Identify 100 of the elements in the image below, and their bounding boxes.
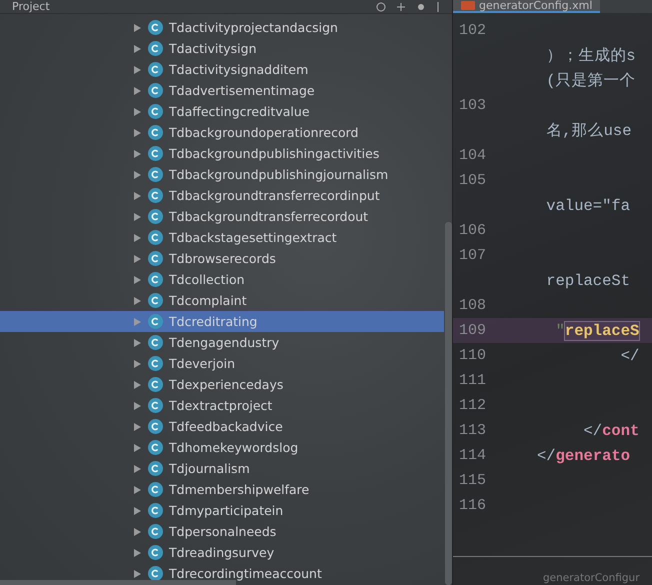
class-name: Tdbackgroundpublishingjournalism xyxy=(169,167,388,182)
expand-arrow-icon[interactable] xyxy=(133,22,142,32)
tree-item[interactable]: Tdbackgroundpublishingactivities xyxy=(0,143,444,164)
class-icon xyxy=(148,41,163,56)
class-name: Tdextractproject xyxy=(169,398,272,413)
code-text: ）；生成的s xyxy=(545,46,636,66)
tree-item[interactable]: Tdbrowserecords xyxy=(0,248,444,269)
expand-arrow-icon[interactable] xyxy=(133,86,142,96)
code-text: replaceS xyxy=(564,322,640,340)
tree-item[interactable]: Tdreadingsurvey xyxy=(0,542,444,563)
tree-item[interactable]: Tdcollection xyxy=(0,269,444,290)
expand-arrow-icon[interactable] xyxy=(133,128,142,138)
tree-item[interactable]: Tdcreditrating xyxy=(0,311,444,332)
line-number: 107 xyxy=(458,247,488,264)
expand-arrow-icon[interactable] xyxy=(133,44,142,54)
line-number: 115 xyxy=(458,472,488,489)
class-name: Tdactivitysignadditem xyxy=(169,62,308,77)
tree-item[interactable]: Tdjournalism xyxy=(0,458,444,479)
expand-arrow-icon[interactable] xyxy=(133,106,142,116)
line-number: 110 xyxy=(458,347,488,364)
tree-item[interactable]: Tdmembershipwelfare xyxy=(0,479,444,500)
expand-arrow-icon[interactable] xyxy=(133,190,142,200)
class-icon xyxy=(148,125,163,140)
tree-item[interactable]: Tdfeedbackadvice xyxy=(0,416,444,437)
class-icon xyxy=(148,377,163,392)
class-icon xyxy=(148,566,163,581)
code-text: </ xyxy=(620,346,640,364)
code-text: value="fa xyxy=(545,196,630,214)
class-icon xyxy=(148,335,163,350)
panel-title[interactable]: Project xyxy=(12,0,50,12)
line-number: 108 xyxy=(458,297,488,314)
tree-item[interactable]: Tdbackstagesettingextract xyxy=(0,227,444,248)
tree-item[interactable]: Tdactivitysignadditem xyxy=(0,59,444,80)
tree-item[interactable]: Tdexperiencedays xyxy=(0,374,444,395)
expand-arrow-icon[interactable] xyxy=(133,148,142,158)
class-icon xyxy=(148,461,163,476)
code-text: cont xyxy=(602,422,640,440)
line-number: 105 xyxy=(458,172,488,189)
line-number: 114 xyxy=(458,447,488,464)
expand-arrow-icon[interactable] xyxy=(133,422,142,432)
expand-arrow-icon[interactable] xyxy=(133,568,142,578)
editor-tab[interactable]: generatorConfig.xml xyxy=(453,0,600,13)
expand-arrow-icon[interactable] xyxy=(133,274,142,284)
class-name: Tdeverjoin xyxy=(169,356,236,371)
line-number: 109 xyxy=(458,322,488,339)
expand-arrow-icon[interactable] xyxy=(133,296,142,306)
class-icon xyxy=(148,524,163,539)
class-icon xyxy=(148,188,163,203)
class-icon xyxy=(148,251,163,266)
line-number: 102 xyxy=(458,22,488,39)
expand-arrow-icon[interactable] xyxy=(133,212,142,222)
expand-arrow-icon[interactable] xyxy=(133,526,142,536)
tree-item[interactable]: Tdbackgroundpublishingjournalism xyxy=(0,164,444,185)
code-text: (只是第一个 xyxy=(545,71,636,91)
tree-item[interactable]: Tdbackgroundtransferrecordinput xyxy=(0,185,444,206)
tree-item[interactable]: Tdactivitysign xyxy=(0,38,444,59)
class-name: Tdbackgroundtransferrecordout xyxy=(169,209,368,224)
code-text: replaceSt xyxy=(545,272,630,290)
tree-item[interactable]: Tdengagendustry xyxy=(0,332,444,353)
tree-item[interactable]: Tdeverjoin xyxy=(0,353,444,374)
expand-arrow-icon[interactable] xyxy=(133,232,142,242)
horizontal-scrollbar[interactable] xyxy=(0,580,236,585)
collapse-icon[interactable] xyxy=(396,2,406,12)
class-icon xyxy=(148,83,163,98)
tree-item[interactable]: Tdhomekeywordslog xyxy=(0,437,444,458)
tree-item[interactable]: Tdbackgroundtransferrecordout xyxy=(0,206,444,227)
class-name: Tdrecordingtimeaccount xyxy=(169,566,322,581)
expand-arrow-icon[interactable] xyxy=(133,442,142,452)
expand-arrow-icon[interactable] xyxy=(133,464,142,474)
expand-arrow-icon[interactable] xyxy=(133,358,142,368)
line-number: 111 xyxy=(458,372,488,389)
expand-arrow-icon[interactable] xyxy=(133,64,142,74)
expand-arrow-icon[interactable] xyxy=(133,254,142,264)
line-number: 106 xyxy=(458,222,488,239)
expand-arrow-icon[interactable] xyxy=(133,548,142,558)
tree-item[interactable]: Tdbackgroundoperationrecord xyxy=(0,122,444,143)
target-icon[interactable] xyxy=(376,2,386,12)
expand-arrow-icon[interactable] xyxy=(133,338,142,348)
class-icon xyxy=(148,230,163,245)
tree-item[interactable]: Tdactivityprojectandacsign xyxy=(0,17,444,38)
expand-arrow-icon[interactable] xyxy=(133,506,142,516)
class-name: Tdpersonalneeds xyxy=(169,524,276,539)
expand-arrow-icon[interactable] xyxy=(133,400,142,410)
class-icon xyxy=(148,272,163,287)
tree-item[interactable]: Tdcomplaint xyxy=(0,290,444,311)
tree-item[interactable]: Tdaffectingcreditvalue xyxy=(0,101,444,122)
expand-arrow-icon[interactable] xyxy=(133,484,142,494)
code-text: </ xyxy=(537,446,556,464)
tree-item[interactable]: Tdadvertisementimage xyxy=(0,80,444,101)
class-name: Tdbackstagesettingextract xyxy=(169,230,337,245)
tree-item[interactable]: Tdextractproject xyxy=(0,395,444,416)
expand-arrow-icon[interactable] xyxy=(133,170,142,180)
tree-item[interactable]: Tdpersonalneeds xyxy=(0,521,444,542)
tree-item[interactable]: Tdmyparticipatein xyxy=(0,500,444,521)
class-name: Tdmembershipwelfare xyxy=(169,482,310,497)
xml-file-icon xyxy=(461,1,475,10)
expand-arrow-icon[interactable] xyxy=(133,380,142,390)
class-name: Tdactivitysign xyxy=(169,41,256,56)
class-name: Tdjournalism xyxy=(169,461,250,476)
code-text: " xyxy=(554,322,565,340)
